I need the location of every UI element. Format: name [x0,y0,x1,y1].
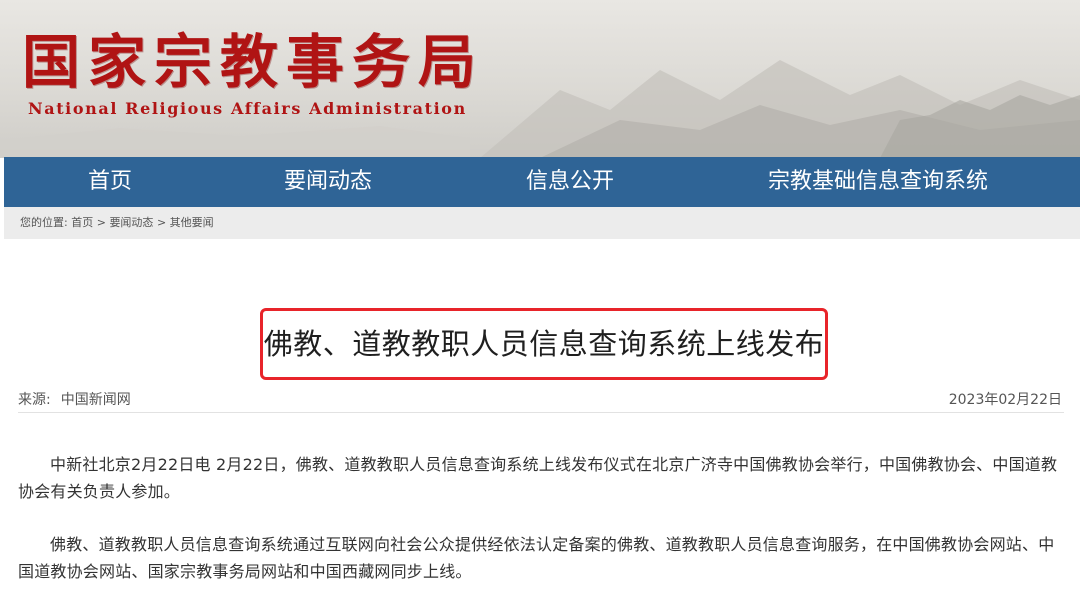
nav-item-news[interactable]: 要闻动态 [284,157,372,207]
header-banner: 国家宗教事务局 National Religious Affairs Admin… [0,0,1080,158]
article-content: 佛教、道教教职人员信息查询系统上线发布 来源: 中国新闻网 2023年02月22日… [4,239,1080,605]
site-logo-english: National Religious Affairs Administratio… [28,99,467,118]
site-logo-chinese[interactable]: 国家宗教事务局 [22,30,484,94]
breadcrumb-item-other-news[interactable]: 其他要闻 [170,216,214,229]
divider [18,412,1064,413]
article-source: 来源: 中国新闻网 [18,389,131,409]
nav-item-info-disclosure[interactable]: 信息公开 [526,157,614,207]
main-nav: 首页 要闻动态 信息公开 宗教基础信息查询系统 [4,157,1080,207]
breadcrumb-bar: 您的位置: 首页 > 要闻动态 > 其他要闻 [4,207,1080,239]
nav-item-home[interactable]: 首页 [88,157,132,207]
breadcrumb: 您的位置: 首页 > 要闻动态 > 其他要闻 [20,207,214,239]
breadcrumb-prefix: 您的位置: [20,216,68,229]
source-name: 中国新闻网 [60,392,131,408]
breadcrumb-item-home[interactable]: 首页 [71,216,93,229]
title-highlight-box: 佛教、道教教职人员信息查询系统上线发布 [260,308,828,380]
nav-item-religious-info-query[interactable]: 宗教基础信息查询系统 [768,157,988,207]
source-label: 来源: [18,392,51,408]
breadcrumb-item-news[interactable]: 要闻动态 [109,216,153,229]
article-paragraph: 中新社北京2月22日电 2月22日，佛教、道教教职人员信息查询系统上线发布仪式在… [18,455,1058,501]
article-title: 佛教、道教教职人员信息查询系统上线发布 [263,327,825,361]
breadcrumb-separator: > [156,216,167,229]
article-paragraph: 佛教、道教教职人员信息查询系统通过互联网向社会公众提供经依法认定备案的佛教、道教… [18,535,1055,581]
article-date: 2023年02月22日 [948,392,1062,408]
breadcrumb-separator: > [96,216,106,229]
